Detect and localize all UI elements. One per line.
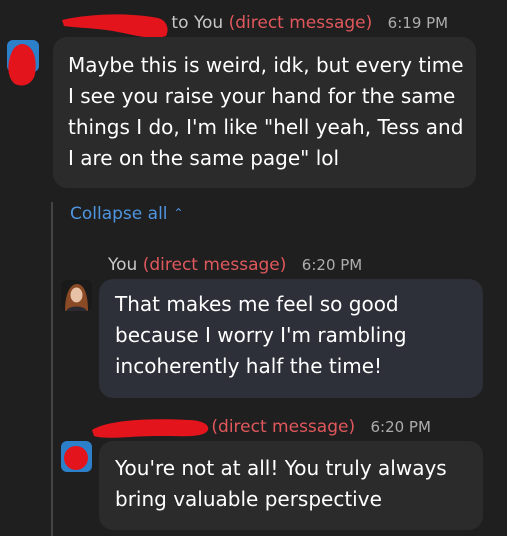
message-text: Maybe this is weird, idk, but every time… xyxy=(68,53,464,170)
collapse-all-button[interactable]: Collapse all ⌃ xyxy=(70,204,184,224)
avatar[interactable] xyxy=(61,280,92,311)
sender-name: to You xyxy=(171,13,224,33)
redaction-mark xyxy=(8,44,36,86)
message-bubble: That makes me feel so good because I wor… xyxy=(99,279,483,398)
collapse-label: Collapse all xyxy=(70,204,168,224)
chevron-up-icon: ⌃ xyxy=(173,206,184,220)
message-bubble: Maybe this is weird, idk, but every time… xyxy=(53,37,476,188)
message-bubble: You're not at all! You truly always brin… xyxy=(99,441,483,530)
thread-line xyxy=(51,202,53,536)
dm-tag: (direct message) xyxy=(228,13,373,33)
redaction-mark xyxy=(92,419,209,438)
dm-tag: (direct message) xyxy=(211,417,356,437)
message-text: That makes me feel so good because I wor… xyxy=(115,292,407,378)
timestamp: 6:19 PM xyxy=(387,14,449,32)
timestamp: 6:20 PM xyxy=(301,256,363,274)
redaction-mark xyxy=(64,446,88,470)
message-header: You (direct message) 6:20 PM xyxy=(108,255,362,275)
timestamp: 6:20 PM xyxy=(370,418,431,436)
sender-name: You xyxy=(108,255,138,275)
dm-tag: (direct message) xyxy=(142,255,287,275)
message-text: You're not at all! You truly always brin… xyxy=(115,456,447,511)
